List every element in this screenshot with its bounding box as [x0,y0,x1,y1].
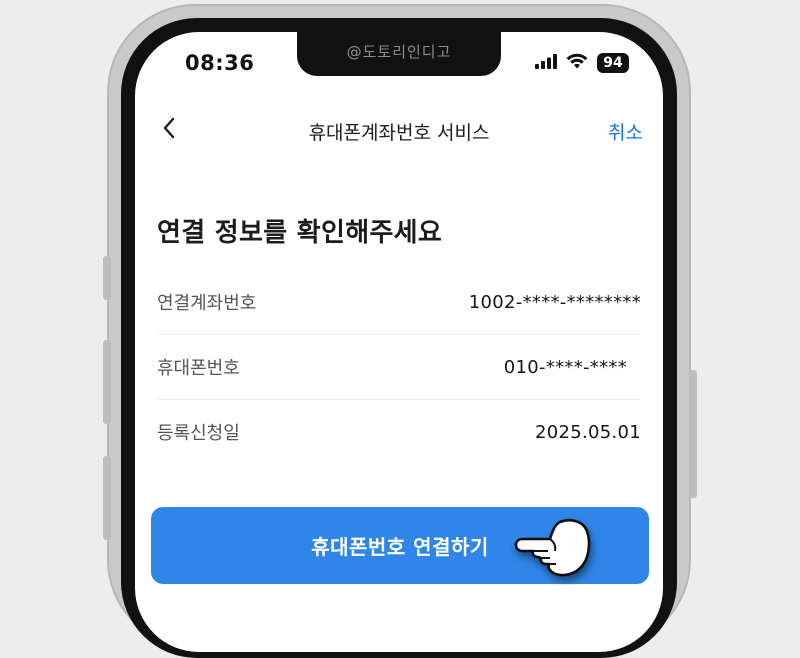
info-row-account: 연결계좌번호 1002-****-******** [157,270,641,335]
wifi-icon [566,53,588,73]
status-icons: 94 [535,53,629,73]
connection-info-list: 연결계좌번호 1002-****-******** 휴대폰번호 010-****… [157,270,641,464]
battery-icon: 94 [597,53,629,73]
notch: @도토리인디고 [297,32,501,76]
cancel-button[interactable]: 취소 [608,118,643,145]
navigation-bar: 휴대폰계좌번호 서비스 취소 [135,114,663,148]
info-row-date: 등록신청일 2025.05.01 [157,400,641,464]
info-value: 2025.05.01 [534,421,641,443]
volume-down-button [103,456,111,540]
watermark: @도토리인디고 [346,43,452,61]
info-label: 등록신청일 [157,423,240,444]
section-headline: 연결 정보를 확인해주세요 [157,218,443,248]
signal-icon [535,53,557,73]
info-row-phone: 휴대폰번호 010-****-**** [157,335,641,400]
volume-up-button [103,340,111,424]
page-title: 휴대폰계좌번호 서비스 [308,122,490,144]
status-time: 08:36 [185,51,255,75]
pointing-hand-icon [510,511,600,585]
info-label: 휴대폰번호 [157,358,240,379]
info-value: 1002-****-******** [468,291,641,313]
mute-switch [103,256,111,300]
info-label: 연결계좌번호 [157,293,257,314]
info-value: 010-****-**** [503,356,627,378]
power-button [689,370,697,498]
